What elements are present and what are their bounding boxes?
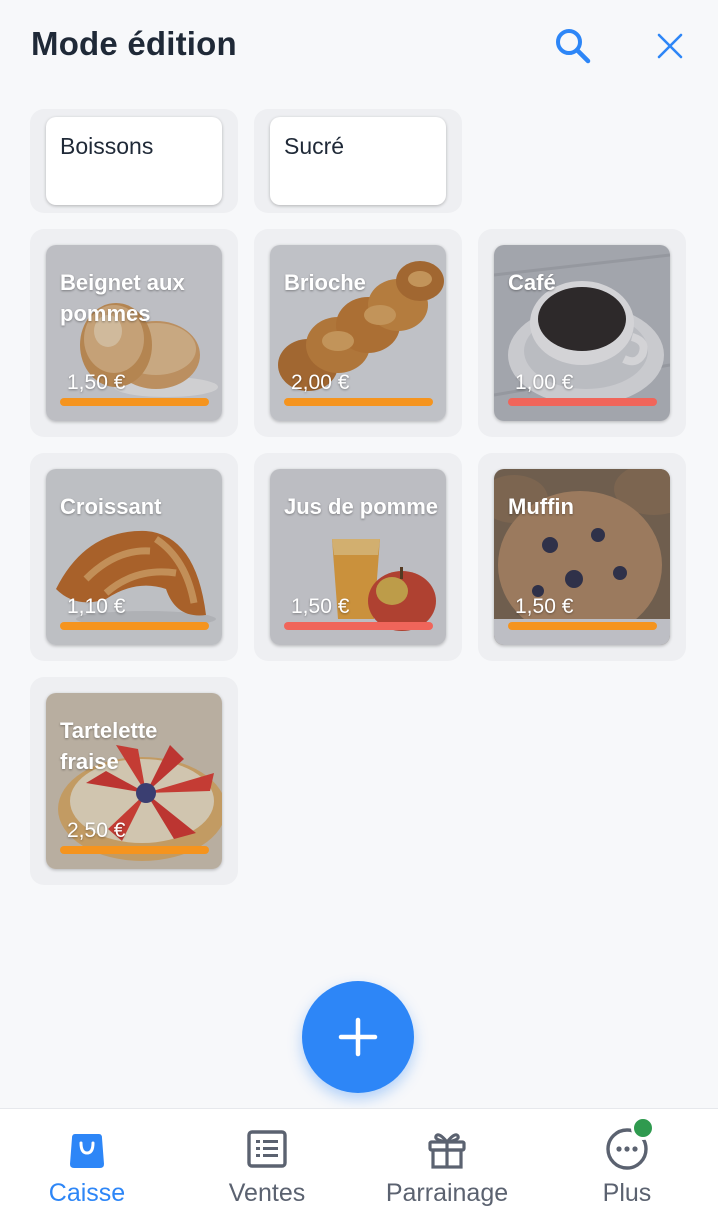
nav-item-parrainage[interactable]: Parrainage xyxy=(357,1109,537,1221)
nav-label: Plus xyxy=(602,1179,652,1207)
nav-item-plus[interactable]: Plus xyxy=(537,1109,717,1221)
nav-item-ventes[interactable]: Ventes xyxy=(177,1109,357,1221)
category-tile: Sucré xyxy=(254,109,462,213)
product-color-bar xyxy=(508,622,657,630)
product-price: 1,50 € xyxy=(515,595,574,618)
product-name: Café xyxy=(508,270,556,295)
product-tile: Muffin 1,50 € xyxy=(478,453,686,661)
product-price: 1,50 € xyxy=(67,371,126,394)
product-card-tartelette-fraise[interactable]: Tartelette fraise 2,50 € xyxy=(46,693,222,869)
plus-icon xyxy=(338,1017,378,1057)
product-price: 2,00 € xyxy=(291,371,350,394)
close-icon xyxy=(657,33,683,59)
nav-label: Parrainage xyxy=(385,1179,509,1207)
product-name: Muffin xyxy=(508,494,574,519)
category-button-boissons[interactable]: Boissons xyxy=(46,117,222,205)
add-button[interactable] xyxy=(302,981,414,1093)
product-card-cafe[interactable]: Café 1,00 € xyxy=(494,245,670,421)
product-card-brioche[interactable]: Brioche 2,00 € xyxy=(270,245,446,421)
product-color-bar xyxy=(508,398,657,406)
notification-dot xyxy=(631,1116,655,1140)
receipt-list-icon xyxy=(247,1130,287,1168)
nav-label: Ventes xyxy=(228,1179,306,1207)
category-label: Boissons xyxy=(60,133,154,159)
product-price: 1,00 € xyxy=(515,371,574,394)
close-button[interactable] xyxy=(648,24,692,68)
product-price: 2,50 € xyxy=(67,819,126,842)
product-card-muffin[interactable]: Muffin 1,50 € xyxy=(494,469,670,645)
product-color-bar xyxy=(60,846,209,854)
gift-icon xyxy=(428,1133,466,1169)
product-color-bar xyxy=(60,398,209,406)
product-name: Jus de pomme xyxy=(284,494,439,519)
product-card-jus-de-pomme[interactable]: Jus de pomme 1,50 € xyxy=(270,469,446,645)
product-price: 1,10 € xyxy=(67,595,126,618)
product-name: Beignet aux pommes xyxy=(60,270,185,326)
product-card-beignet[interactable]: Beignet aux pommes 1,50 € xyxy=(46,245,222,421)
search-button[interactable] xyxy=(551,24,595,68)
product-name: Croissant xyxy=(60,494,162,519)
product-tile: Beignet aux pommes 1,50 € xyxy=(30,229,238,437)
category-label: Sucré xyxy=(284,133,345,159)
product-card-croissant[interactable]: Croissant 1,10 € xyxy=(46,469,222,645)
product-color-bar xyxy=(60,622,209,630)
shopping-bag-icon xyxy=(70,1134,104,1168)
page-title: Mode édition xyxy=(31,25,237,62)
bottom-nav: Caisse Ventes Parrainage Plus xyxy=(0,1108,718,1221)
product-tile: Café 1,00 € xyxy=(478,229,686,437)
product-tile: Brioche 2,00 € xyxy=(254,229,462,437)
product-color-bar xyxy=(284,622,433,630)
nav-item-caisse[interactable]: Caisse xyxy=(0,1109,177,1221)
top-bar: Mode édition xyxy=(0,0,718,92)
product-color-bar xyxy=(284,398,433,406)
product-price: 1,50 € xyxy=(291,595,350,618)
product-tile: Jus de pomme 1,50 € xyxy=(254,453,462,661)
category-tile: Boissons xyxy=(30,109,238,213)
product-name: Tartelette fraise xyxy=(60,718,158,774)
nav-label: Caisse xyxy=(48,1179,126,1207)
category-button-sucre[interactable]: Sucré xyxy=(270,117,446,205)
search-icon xyxy=(556,29,591,64)
product-tile: Tartelette fraise 2,50 € xyxy=(30,677,238,885)
product-tile: Croissant 1,10 € xyxy=(30,453,238,661)
product-name: Brioche xyxy=(284,270,366,295)
